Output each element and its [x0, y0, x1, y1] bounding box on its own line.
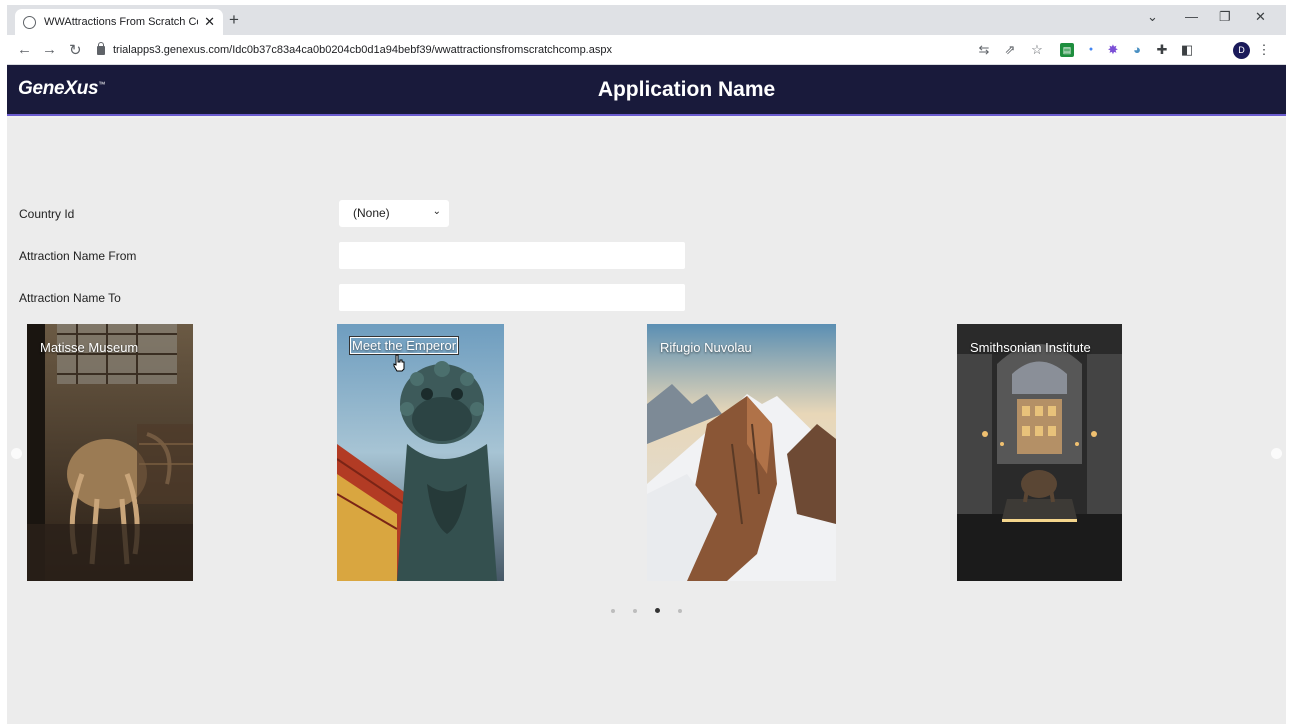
card-caption: Smithsonian Institute [970, 340, 1091, 355]
card-caption: Rifugio Nuvolau [660, 340, 752, 355]
attraction-card[interactable]: Matisse Museum [27, 324, 193, 581]
extension-dot-icon[interactable]: ● [1084, 43, 1098, 57]
main-content: Country Id (None) ⌄ Attraction Name From… [7, 118, 1286, 724]
extension-gear-icon[interactable]: ✸ [1106, 43, 1120, 57]
url-text: trialapps3.genexus.com/Idc0b37c83a4ca0b0… [113, 44, 612, 56]
new-tab-button[interactable]: + [229, 10, 239, 30]
name-from-label: Attraction Name From [19, 249, 137, 263]
name-from-input[interactable] [339, 242, 685, 269]
browser-toolbar: ← → ↻ trialapps3.genexus.com/Idc0b37c83a… [7, 35, 1286, 65]
museum-image [27, 324, 193, 581]
close-window-icon[interactable]: ✕ [1255, 9, 1266, 25]
address-bar[interactable]: trialapps3.genexus.com/Idc0b37c83a4ca0b0… [97, 39, 977, 61]
hand-cursor-icon [393, 354, 405, 372]
tab-title: WWAttractions From Scratch Cor [44, 16, 199, 28]
mountain-image [647, 324, 836, 581]
browser-tab[interactable]: WWAttractions From Scratch Cor ✕ [15, 9, 223, 35]
extensions-puzzle-icon[interactable]: ✚ [1155, 43, 1169, 57]
carousel-dot[interactable] [611, 609, 615, 613]
card-caption: Meet the Emperor [348, 336, 460, 355]
carousel-dot[interactable] [633, 609, 637, 613]
extension-sheets-icon[interactable]: ▤ [1060, 43, 1074, 57]
carousel-prev-button[interactable] [11, 448, 22, 459]
forward-icon[interactable]: → [42, 41, 57, 58]
carousel-dot-active[interactable] [655, 608, 660, 613]
minimize-icon[interactable]: — [1185, 9, 1198, 24]
lock-icon [97, 41, 105, 55]
carousel-next-button[interactable] [1271, 448, 1282, 459]
lion-statue-image [337, 324, 504, 581]
attraction-card[interactable]: Meet the Emperor [337, 324, 504, 581]
extension-globe-icon[interactable]: ◕ [1130, 43, 1144, 57]
chevron-down-icon: ⌄ [432, 206, 441, 217]
country-id-label: Country Id [19, 207, 75, 221]
back-icon[interactable]: ← [17, 41, 32, 58]
browser-window: WWAttractions From Scratch Cor ✕ + ⌄ — ❐… [7, 5, 1286, 724]
profile-avatar[interactable]: D [1233, 42, 1250, 59]
side-panel-icon[interactable]: ◧ [1180, 43, 1194, 57]
menu-kebab-icon[interactable]: ⋮ [1257, 43, 1271, 57]
close-tab-icon[interactable]: ✕ [204, 14, 215, 30]
country-id-value: (None) [353, 206, 390, 220]
smithsonian-image [957, 324, 1122, 581]
carousel-pagination [7, 600, 1286, 618]
tab-search-icon[interactable]: ⌄ [1147, 9, 1158, 25]
translate-icon[interactable]: ⇆ [977, 43, 991, 57]
tab-strip: WWAttractions From Scratch Cor ✕ + ⌄ — ❐… [7, 5, 1286, 35]
attraction-card[interactable]: Smithsonian Institute [957, 324, 1122, 581]
app-header: GeneXus™ Application Name [7, 65, 1286, 116]
globe-icon [23, 15, 36, 29]
restore-icon[interactable]: ❐ [1219, 9, 1231, 25]
carousel-dot[interactable] [678, 609, 682, 613]
bookmark-star-icon[interactable]: ☆ [1030, 43, 1044, 57]
share-icon[interactable]: ⇗ [1003, 43, 1017, 57]
app-title: Application Name [597, 78, 776, 101]
attraction-card[interactable]: Rifugio Nuvolau [647, 324, 836, 581]
card-caption: Matisse Museum [40, 340, 139, 355]
name-to-label: Attraction Name To [19, 291, 121, 305]
reload-icon[interactable]: ↻ [69, 41, 82, 59]
country-id-select[interactable]: (None) ⌄ [339, 200, 449, 227]
name-to-input[interactable] [339, 284, 685, 311]
